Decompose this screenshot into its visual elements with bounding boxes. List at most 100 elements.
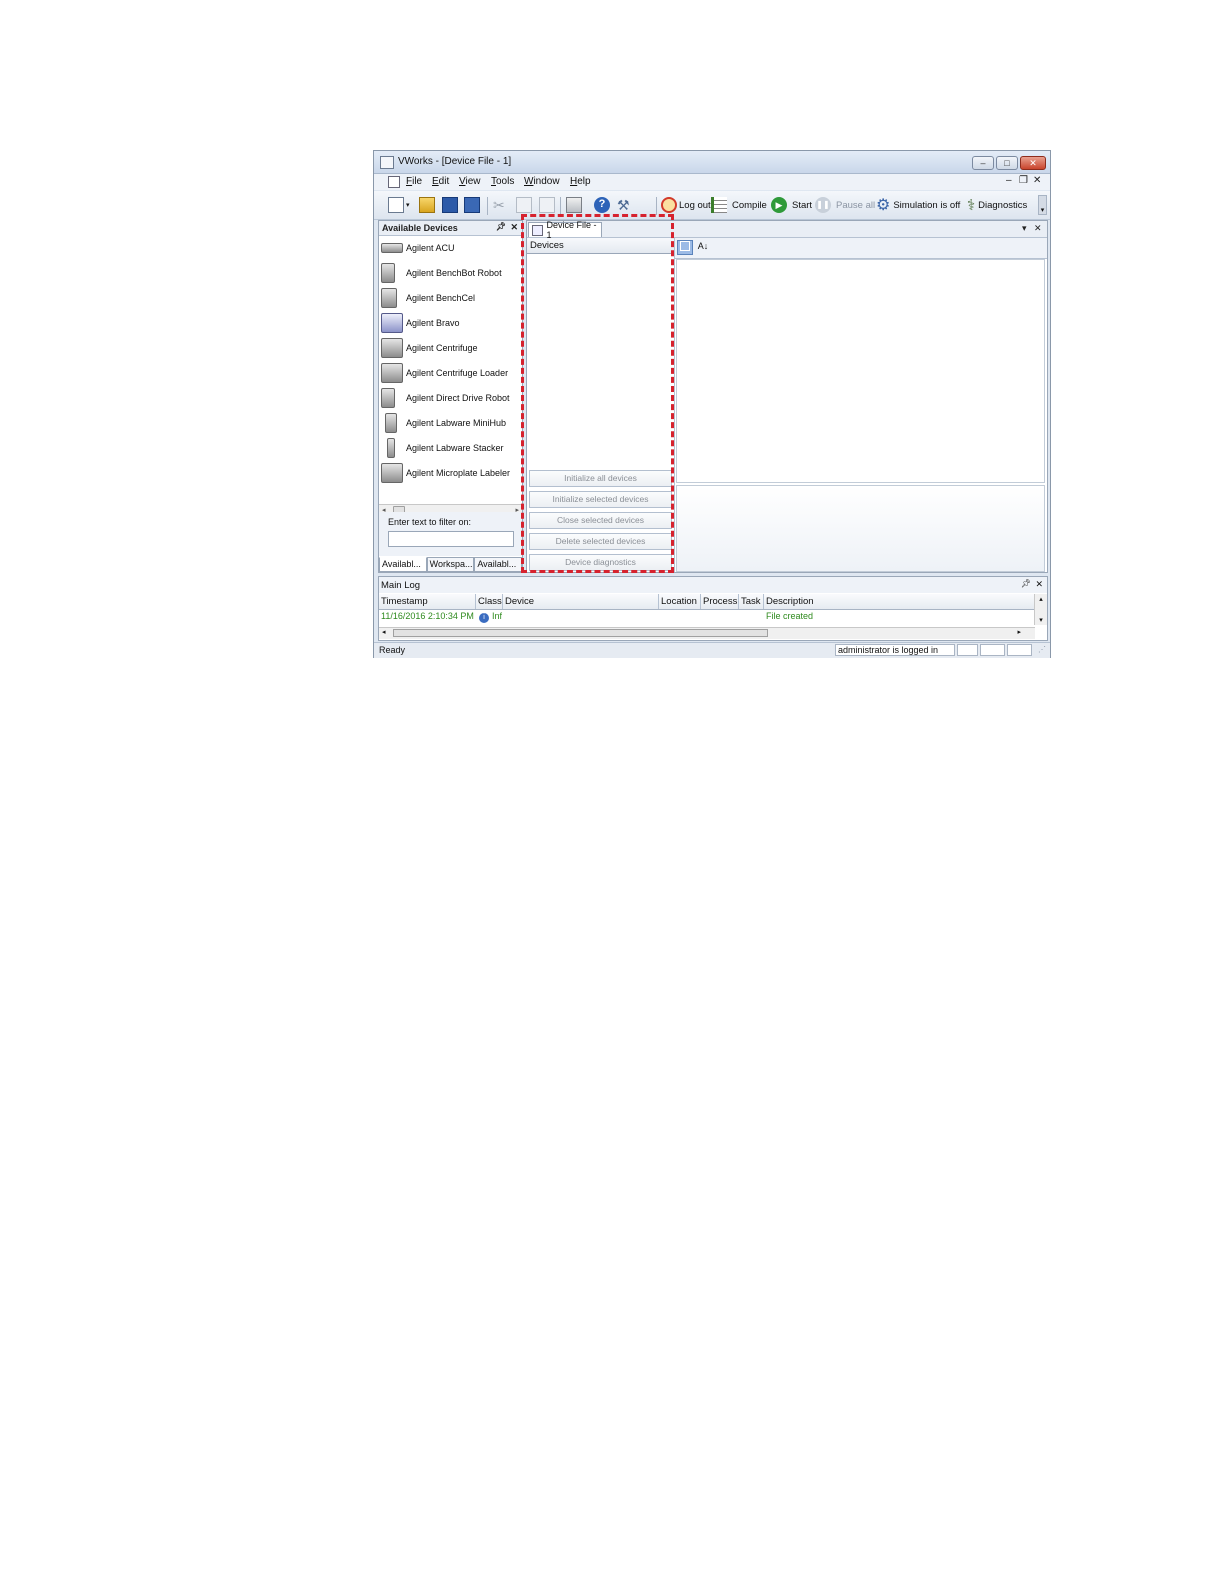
initialize-selected-devices-button[interactable]: Initialize selected devices bbox=[529, 491, 672, 508]
device-icon bbox=[385, 413, 397, 433]
tab-list-dropdown-icon[interactable]: ▾ bbox=[1022, 223, 1027, 234]
paste-button[interactable] bbox=[539, 195, 557, 215]
column-location[interactable]: Location bbox=[659, 594, 701, 609]
menu-edit[interactable]: Edit bbox=[432, 176, 449, 187]
close-document-icon[interactable]: ✕ bbox=[1034, 223, 1042, 234]
menu-window[interactable]: Window bbox=[524, 176, 560, 187]
list-item[interactable]: Agilent Centrifuge bbox=[379, 336, 522, 360]
status-cell bbox=[1007, 644, 1032, 656]
save-all-button[interactable] bbox=[464, 195, 482, 215]
device-label: Agilent ACU bbox=[406, 243, 455, 253]
compile-button[interactable]: Compile bbox=[711, 195, 767, 215]
diagnostics-button[interactable]: ⚕ Diagnostics bbox=[967, 195, 1027, 215]
list-item[interactable]: Agilent Bravo bbox=[379, 311, 522, 335]
diagnostics-icon: ⚕ bbox=[967, 197, 976, 214]
device-label: Agilent Centrifuge bbox=[406, 343, 478, 353]
start-button[interactable]: ▶ Start bbox=[771, 195, 812, 215]
property-grid[interactable] bbox=[676, 259, 1045, 483]
filter-input[interactable] bbox=[388, 531, 514, 547]
pin-icon[interactable]: 📌︎ bbox=[496, 222, 506, 231]
maximize-button[interactable]: □ bbox=[996, 156, 1018, 170]
scroll-right-icon[interactable]: ▸ bbox=[1017, 628, 1021, 636]
open-button[interactable] bbox=[419, 195, 437, 215]
list-item[interactable]: Agilent Microplate Labeler bbox=[379, 461, 522, 485]
column-process[interactable]: Process bbox=[701, 594, 739, 609]
menu-file[interactable]: File bbox=[406, 176, 422, 187]
scroll-left-icon[interactable]: ◂ bbox=[382, 628, 386, 636]
mdi-close-button[interactable]: ✕ bbox=[1033, 175, 1041, 186]
status-cell bbox=[980, 644, 1005, 656]
list-item[interactable]: Agilent BenchBot Robot bbox=[379, 261, 522, 285]
mdi-restore-button[interactable]: ❐ bbox=[1019, 175, 1028, 186]
list-item[interactable]: Agilent Labware Stacker bbox=[379, 436, 522, 460]
devices-column: Devices Initialize all devices Initializ… bbox=[527, 238, 675, 572]
menu-bar: File Edit View Tools Window Help – ❐ ✕ bbox=[374, 174, 1050, 190]
list-item[interactable]: Agilent ACU bbox=[379, 236, 522, 260]
main-log-title: Main Log bbox=[381, 580, 421, 591]
cut-button[interactable]: ✂ bbox=[493, 195, 505, 215]
list-item[interactable]: Agilent Direct Drive Robot bbox=[379, 386, 522, 410]
categorized-view-button[interactable] bbox=[677, 240, 693, 255]
tools-button[interactable]: ⚒ bbox=[617, 195, 630, 215]
toolbar-overflow-button[interactable]: ▾ bbox=[1038, 195, 1047, 215]
minimize-button[interactable]: – bbox=[972, 156, 994, 170]
table-row[interactable]: 11/16/2016 2:10:34 PM i Inf File created bbox=[379, 610, 1035, 624]
device-diagnostics-button[interactable]: Device diagnostics bbox=[529, 554, 672, 571]
initialize-all-devices-button[interactable]: Initialize all devices bbox=[529, 470, 672, 487]
device-file-icon bbox=[532, 224, 543, 236]
paste-icon bbox=[539, 197, 555, 213]
device-icon bbox=[381, 263, 395, 283]
menu-view[interactable]: View bbox=[459, 176, 481, 187]
main-log-panel: Main Log 📌︎ ✕ Timestamp Class Device Loc… bbox=[378, 576, 1048, 641]
device-label: Agilent Labware MiniHub bbox=[406, 418, 507, 428]
tab-available-devices[interactable]: Availabl... bbox=[379, 557, 427, 572]
device-icon bbox=[381, 243, 403, 253]
close-button[interactable]: ✕ bbox=[1020, 156, 1046, 170]
log-vertical-scrollbar[interactable]: ▴ ▾ bbox=[1034, 594, 1047, 625]
resize-grip-icon[interactable]: ⋰ bbox=[1038, 645, 1046, 654]
help-button[interactable]: ? bbox=[594, 195, 612, 215]
column-task[interactable]: Task bbox=[739, 594, 764, 609]
copy-button[interactable] bbox=[516, 195, 534, 215]
scroll-up-icon[interactable]: ▴ bbox=[1035, 595, 1047, 603]
tab-device-file[interactable]: Device File - 1 bbox=[528, 220, 602, 240]
toolbar-separator bbox=[487, 197, 488, 215]
device-icon bbox=[381, 338, 403, 358]
scrollbar-thumb[interactable] bbox=[393, 629, 768, 637]
tab-workspace[interactable]: Workspa... bbox=[426, 557, 475, 572]
column-class[interactable]: Class bbox=[476, 594, 503, 609]
column-timestamp[interactable]: Timestamp bbox=[379, 594, 476, 609]
delete-selected-devices-button[interactable]: Delete selected devices bbox=[529, 533, 672, 550]
list-item[interactable]: Agilent BenchCel bbox=[379, 286, 522, 310]
device-label: Agilent Bravo bbox=[406, 318, 460, 328]
menu-help[interactable]: Help bbox=[570, 176, 591, 187]
column-device[interactable]: Device bbox=[503, 594, 659, 609]
close-selected-devices-button[interactable]: Close selected devices bbox=[529, 512, 672, 529]
list-item[interactable]: Agilent Labware MiniHub bbox=[379, 411, 522, 435]
scroll-down-icon[interactable]: ▾ bbox=[1035, 616, 1047, 624]
help-icon: ? bbox=[594, 197, 610, 213]
filter-area: Enter text to filter on: bbox=[379, 512, 522, 556]
simulation-toggle[interactable]: ⚙ Simulation is off bbox=[876, 195, 960, 215]
log-out-button[interactable]: Log out bbox=[661, 195, 711, 215]
pin-icon[interactable]: 📌︎ bbox=[1021, 579, 1031, 588]
menu-tools[interactable]: Tools bbox=[491, 176, 514, 187]
status-cell bbox=[957, 644, 978, 656]
column-description[interactable]: Description bbox=[764, 594, 1035, 609]
properties-toolbar: A↓ bbox=[675, 238, 1047, 259]
tab-available-other[interactable]: Availabl... bbox=[474, 557, 523, 572]
new-file-button[interactable]: ▾ bbox=[388, 195, 410, 215]
pause-all-button[interactable]: ❚❚ Pause all bbox=[815, 195, 875, 215]
list-item[interactable]: Agilent Centrifuge Loader bbox=[379, 361, 522, 385]
close-panel-icon[interactable]: ✕ bbox=[510, 222, 518, 233]
property-description bbox=[676, 485, 1045, 572]
alphabetical-sort-button[interactable]: A↓ bbox=[695, 240, 711, 255]
log-class: Inf bbox=[492, 611, 503, 621]
status-text: Ready bbox=[379, 645, 406, 655]
close-log-icon[interactable]: ✕ bbox=[1035, 579, 1043, 590]
print-button[interactable] bbox=[566, 195, 584, 215]
log-horizontal-scrollbar[interactable]: ◂ ▸ bbox=[379, 627, 1035, 639]
save-all-icon bbox=[464, 197, 480, 213]
mdi-minimize-button[interactable]: – bbox=[1006, 175, 1012, 186]
save-button[interactable] bbox=[442, 195, 460, 215]
